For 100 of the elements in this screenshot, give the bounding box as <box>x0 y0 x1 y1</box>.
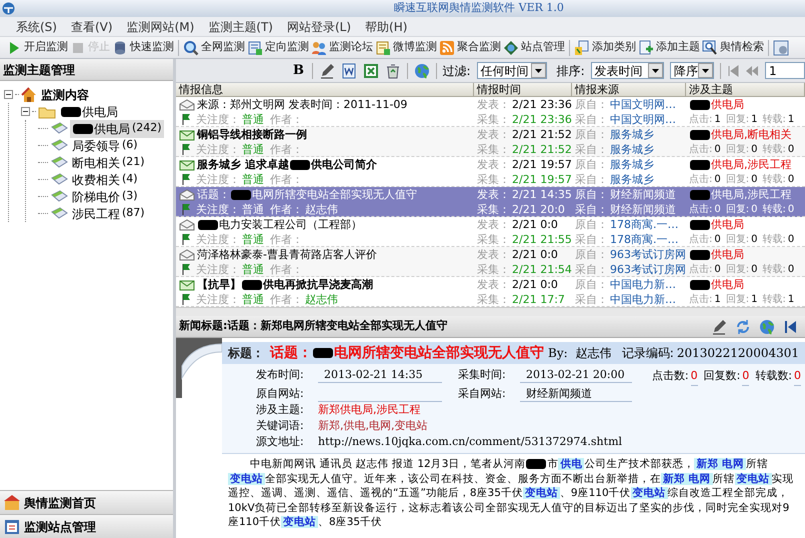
source-link[interactable]: 中国文明网… <box>610 112 676 126</box>
source-link[interactable]: 服务城乡 <box>610 157 654 172</box>
source-link[interactable]: 财经新闻频道 <box>610 202 676 216</box>
table-row[interactable]: 【抗旱】 供电再掀抗旱浇麦高潮 发表： 2/21 0:0 原自： 中国电力新… 供电局 关注度： 普通 作者： 赵志伟 采集： 2/21 17:7 采自： 中国电力新… 点击: 1 回复: 1 转载: 1 <box>176 277 805 307</box>
toolbar-button[interactable]: 添加主题 <box>637 38 701 58</box>
globe-icon[interactable] <box>414 62 430 78</box>
toolbar-button[interactable]: 定向监测 <box>246 38 310 58</box>
tree-item[interactable]: 供电局 (242) <box>70 120 164 138</box>
menu-item[interactable]: 查看(V) <box>64 18 119 36</box>
count-value: 0 <box>751 262 758 276</box>
toolbar-button[interactable]: 全网监测 <box>182 38 246 58</box>
column-header[interactable]: 涉及主题 <box>686 83 805 96</box>
topic-text: 供电局 <box>711 277 744 292</box>
source-link[interactable]: 服务城乡 <box>610 142 654 156</box>
keyword-highlight: 新郑 电网 <box>661 472 713 484</box>
source-link[interactable]: 服务城乡 <box>610 172 654 186</box>
toolbar-button[interactable]: 快速监测 <box>111 38 175 58</box>
word-doc-icon[interactable] <box>340 62 357 78</box>
source-link[interactable]: 963考试订房网 <box>610 247 686 262</box>
field-label: 发布时间: <box>256 367 305 383</box>
source-link[interactable]: 178商寓.一… <box>610 232 678 246</box>
count-value: 1 <box>714 112 721 126</box>
field-label: 转载数: <box>755 368 792 384</box>
toolbar-button[interactable]: 监测论坛 <box>310 38 374 58</box>
field-label: 采自网站: <box>458 386 507 402</box>
field-label: 作者： <box>270 262 303 276</box>
tree-item[interactable]: 断电相关 (21) <box>70 154 147 172</box>
table-row[interactable]: 电力安装工程公司（工程部） 发表： 2/21 0:0 原自： 178商寓.一… 供电局 关注度： 普通 作者： 采集： 2/21 21:55 采自： 178商寓.一… 点击: 0 回复: 0 转载: 0 <box>176 217 805 247</box>
tree-item[interactable]: 阶梯电价 (3) <box>70 188 140 206</box>
count-value: 1 <box>751 292 758 306</box>
toolbar-button[interactable]: 聚合监测 <box>438 38 502 58</box>
url-text[interactable]: http://news.10jqka.com.cn/comment/531372974.shtml <box>318 434 622 450</box>
column-header[interactable]: 情报时间 <box>474 83 572 96</box>
source-link[interactable]: 中国文明网… <box>610 97 676 112</box>
menu-item[interactable]: 系统(S) <box>10 18 63 36</box>
dropdown-field[interactable]: 任何时间 <box>476 62 547 79</box>
previous-page-icon[interactable] <box>745 64 759 76</box>
field-label: 关键词语: <box>256 418 305 434</box>
globe-icon[interactable] <box>759 318 775 334</box>
dropdown-field[interactable]: 降序 <box>670 62 714 79</box>
diamond-globe-icon <box>503 40 519 56</box>
dropdown-field[interactable]: 发表时间 <box>590 62 664 79</box>
menu-item[interactable]: 监测主题(T) <box>202 18 279 36</box>
table-row[interactable]: 来源：郑州文明网 发表时间：2011-11-09 发表： 2/21 23:36 原自： 中国文明网… 供电局 关注度： 普通 作者： 采集： 2/21 23:36 采自： 中国文明网… 点击: 1 回复: 1 转载: 1 <box>176 97 805 127</box>
toolbar-button[interactable]: 微博监测 <box>374 38 438 58</box>
tree-item[interactable]: 收费相关 (4) <box>70 170 140 188</box>
count-label: 点击: <box>689 112 712 126</box>
toolbar-button[interactable]: 舆情检索 <box>701 38 765 58</box>
spreadsheet-icon[interactable] <box>362 62 379 78</box>
pencil-icon[interactable] <box>711 318 727 334</box>
count-value: 1 <box>714 292 721 306</box>
table-row[interactable]: 话题： 电网所辖变电站全部实现无人值守 发表： 2/21 14:35 原自： 财经新闻频道 供电局,涉民工程 关注度： 普通 作者： 赵志伟 采集： 2/21 20:0 采自： 财经新闻频道 点击: 0 回复: 0 转载: 0 <box>176 187 805 217</box>
count-label: 转载: <box>762 232 786 246</box>
field-label: 原自： <box>575 157 608 172</box>
table-row[interactable]: 铜铝导线相接断路一例 发表： 2/21 21:52 原自： 服务城乡 供电局,断电相关 关注度： 普通 作者： 采集： 2/21 21:52 采自： 服务城乡 点击: 0 回复: 0 转载: 0 <box>176 127 805 157</box>
pencil-icon[interactable] <box>318 62 335 78</box>
field-label: 原自网站: <box>256 386 305 402</box>
record-title: 电网所辖变电站全部实现无人值守 <box>334 344 544 362</box>
field-label: 发表： <box>477 187 510 202</box>
source-link[interactable]: 中国电力新… <box>610 277 676 292</box>
keyword-highlight: 变电站 <box>281 516 318 528</box>
count-label: 回复: <box>726 202 750 216</box>
source-link[interactable]: 服务城乡 <box>610 127 654 142</box>
refresh-icon[interactable] <box>735 318 751 334</box>
collapse-icon[interactable] <box>21 107 30 116</box>
toolbar-button[interactable]: 添加类别 <box>573 38 637 58</box>
flag-icon <box>181 173 191 185</box>
nav-button[interactable]: 舆情监测首页 <box>0 490 173 514</box>
bold-button[interactable]: B <box>291 60 306 80</box>
toolbar-button[interactable]: 开启监测 <box>5 38 69 58</box>
source-link[interactable]: 178商寓.一… <box>610 217 678 232</box>
field-label: 采自： <box>575 172 608 186</box>
document-folder-icon <box>574 40 590 56</box>
count-label: 点击: <box>689 202 712 216</box>
table-row[interactable]: 服务城乡 追求卓越 供电公司简介 发表： 2/21 19:57 原自： 服务城乡 供电局,涉民工程 关注度： 普通 作者： 采集： 2/21 19:57 采自： 服务城乡 点击: 0 回复: 0 转载: 0 <box>176 157 805 187</box>
count-value: 0 <box>751 142 758 156</box>
column-header[interactable]: 情报来源 <box>572 83 686 96</box>
source-link[interactable]: 963考试订房网 <box>610 262 686 276</box>
first-page-icon[interactable] <box>783 318 799 334</box>
menu-item[interactable]: 监测网站(M) <box>120 18 200 36</box>
tree-item[interactable]: 供电局 <box>58 102 120 120</box>
recycle-bin-icon[interactable] <box>384 62 401 78</box>
magnifier-screen-icon <box>702 40 718 56</box>
source-link[interactable]: 财经新闻频道 <box>610 187 676 202</box>
column-header[interactable]: 情报信息 <box>176 83 474 96</box>
redaction-mark <box>690 190 710 200</box>
menu-item[interactable]: 帮助(H) <box>359 18 414 36</box>
nav-button[interactable]: 监测站点管理 <box>0 514 173 538</box>
table-row[interactable]: 菏泽格林豪泰-曹县青荷路店客人评价 发表： 2/21 0:0 原自： 963考试订房网 供电局 关注度： 普通 作者： 采集： 2/21 21:54 采自： 963考试订房网 点击: 0 回复: 0 转载: 0 <box>176 247 805 277</box>
toolbar-button[interactable] <box>772 38 790 58</box>
field-label: 记录编码: <box>622 345 674 362</box>
collapse-icon[interactable] <box>4 90 13 99</box>
toolbar-button[interactable]: 站点管理 <box>502 38 566 58</box>
page-field[interactable]: 1 <box>765 62 805 79</box>
source-link[interactable]: 中国电力新… <box>610 292 676 306</box>
tree-item[interactable]: 涉民工程 (87) <box>70 204 147 222</box>
headline-text: 来源：郑州文明网 发表时间：2011-11-09 <box>197 97 408 112</box>
tree-item[interactable]: 局委领导 (6) <box>70 136 140 154</box>
menu-item[interactable]: 网站登录(L) <box>280 18 358 36</box>
headline-text: 服务城乡 追求卓越 <box>197 157 289 172</box>
